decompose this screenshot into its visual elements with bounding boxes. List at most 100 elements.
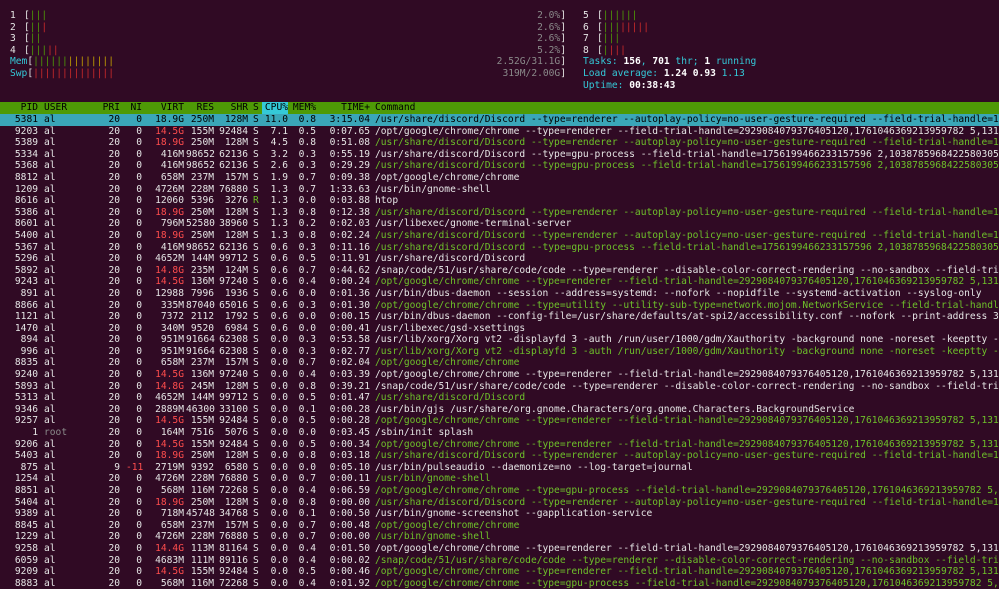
process-row[interactable]: 894 al 20 0 951M 91664 62308 S 0.0 0.3 0:53.58/usr… bbox=[0, 334, 999, 346]
process-row[interactable]: 1209 al 20 0 4726M 228M 76880 S 1.3 0.7 1:33.63/us… bbox=[0, 184, 999, 196]
process-virt: 416M bbox=[160, 160, 184, 172]
process-row[interactable]: 5404 al 20 0 18.9G 250M 128M S 0.0 0.8 0:00.00/usr… bbox=[0, 497, 999, 509]
process-nice: 0 bbox=[136, 542, 142, 554]
process-row[interactable]: 1 root 20 0 164M 7516 5076 S 0.0 0.0 0:03.45/sbin/… bbox=[0, 427, 999, 439]
process-row[interactable]: 5386 al 20 0 18.9G 250M 128M S 1.3 0.8 0:12.38/usr… bbox=[0, 207, 999, 219]
process-row[interactable]: 875 al 9 -11 2719M 9392 6580 S 0.0 0.0 0:05.10/usr… bbox=[0, 462, 999, 474]
process-time: 0:01.50 bbox=[329, 542, 370, 554]
process-user: al bbox=[44, 461, 56, 473]
process-res: 98652 bbox=[186, 160, 215, 172]
process-row[interactable]: 5403 al 20 0 18.9G 250M 128M S 0.0 0.8 0:03.18/usr… bbox=[0, 450, 999, 462]
process-mem: 0.5 bbox=[298, 438, 316, 450]
process-row[interactable]: 1254 al 20 0 4726M 228M 76880 S 0.0 0.7 0:00.11/us… bbox=[0, 473, 999, 485]
process-row[interactable]: 5892 al 20 0 14.8G 235M 124M S 0.6 0.7 0:44.62/sna… bbox=[0, 265, 999, 277]
process-priority: 20 bbox=[108, 403, 120, 415]
process-pid: 5334 bbox=[14, 148, 38, 160]
process-row[interactable]: 8845 al 20 0 658M 237M 157M S 0.0 0.7 0:00.48/opt/… bbox=[0, 520, 999, 532]
process-row[interactable]: 1470 al 20 0 340M 9520 6984 S 0.6 0.0 0:00.41/usr/… bbox=[0, 323, 999, 335]
column-header-pid[interactable]: PID bbox=[0, 102, 38, 114]
load-average-label: Load average: bbox=[583, 67, 664, 79]
process-user: al bbox=[44, 299, 56, 311]
column-header-ni[interactable]: NI bbox=[126, 102, 142, 114]
column-header-s[interactable]: S bbox=[253, 102, 261, 114]
process-row[interactable]: 5389 al 20 0 18.9G 250M 128M S 4.5 0.8 0:51.08/usr… bbox=[0, 137, 999, 149]
process-virt: 658M bbox=[160, 357, 184, 369]
process-user: al bbox=[44, 485, 56, 496]
process-row[interactable]: 8835 al 20 0 658M 237M 157M S 0.0 0.7 0:02.04/opt/… bbox=[0, 357, 999, 369]
process-user: al bbox=[44, 311, 56, 323]
process-row[interactable]: 5381 al 20 0 18.9G 250M 128M S 11.0 0.8 3:15.04/us… bbox=[0, 114, 999, 126]
process-row[interactable]: 1121 al 20 0 7372 2112 1792 S 0.6 0.0 0:00.15/usr/… bbox=[0, 311, 999, 323]
process-mem: 0.5 bbox=[298, 125, 316, 137]
process-shr: 5076 bbox=[224, 427, 248, 439]
process-row[interactable]: 1229 al 20 0 4726M 228M 76880 S 0.0 0.7 0:00.00/us… bbox=[0, 531, 999, 543]
process-row[interactable]: 9203 al 20 0 14.5G 155M 92484 S 7.1 0.5 0:07.65/op… bbox=[0, 126, 999, 138]
process-time: 0:00.00 bbox=[329, 531, 370, 543]
process-time: 0:29.29 bbox=[329, 160, 370, 172]
column-header-shr[interactable]: SHR bbox=[218, 102, 248, 114]
process-mem: 0.0 bbox=[298, 427, 316, 439]
process-pid: 8812 bbox=[14, 171, 38, 183]
process-row[interactable]: 891 al 20 0 12988 7996 1936 S 0.6 0.0 0:01.36/usr/… bbox=[0, 288, 999, 300]
process-table[interactable]: 5381 al 20 0 18.9G 250M 128M S 11.0 0.8 3:15.04/us… bbox=[0, 114, 999, 589]
process-row[interactable]: 5368 al 20 0 416M 98652 62136 S 2.6 0.3 0:29.29/us… bbox=[0, 160, 999, 172]
process-cpu: 4.5 bbox=[270, 137, 288, 149]
process-mem: 0.3 bbox=[298, 334, 316, 346]
process-row[interactable]: 9206 al 20 0 14.5G 155M 92484 S 0.0 0.5 0:00.34/op… bbox=[0, 439, 999, 451]
cpu-meter-percent: 5.2% bbox=[537, 44, 561, 56]
process-row[interactable]: 9389 al 20 0 718M 45748 34768 S 0.0 0.1 0:00.50/us… bbox=[0, 508, 999, 520]
process-row[interactable]: 9240 al 20 0 14.5G 136M 97240 S 0.0 0.4 0:03.39/op… bbox=[0, 369, 999, 381]
process-virt: 14.5G bbox=[155, 438, 184, 450]
process-row[interactable]: 9243 al 20 0 14.5G 136M 97240 S 0.6 0.4 0:00.24/op… bbox=[0, 276, 999, 288]
process-res: 155M bbox=[190, 415, 214, 427]
column-header-cmd[interactable]: Command bbox=[375, 102, 999, 114]
column-header-user[interactable]: USER bbox=[44, 102, 98, 114]
process-row[interactable]: 8601 al 20 0 796M 52580 38960 S 1.3 0.2 0:02.03/us… bbox=[0, 218, 999, 230]
process-row[interactable]: 9209 al 20 0 14.5G 155M 92484 S 0.0 0.5 0:00.46/op… bbox=[0, 566, 999, 578]
column-header-time[interactable]: TIME+ bbox=[320, 102, 370, 114]
process-nice: 0 bbox=[136, 160, 142, 172]
process-row[interactable]: 8616 al 20 0 12060 5396 3276 R 1.3 0.0 0:03.88 htop bbox=[0, 195, 999, 207]
tasks-label: Tasks: bbox=[583, 56, 624, 68]
process-command: /usr/bin/gnome-screenshot --gapplication… bbox=[375, 508, 653, 520]
process-res: 7516 bbox=[190, 427, 214, 439]
process-row[interactable]: 9346 al 20 0 2889M 46300 33100 S 0.0 0.1 0:00.28/u… bbox=[0, 404, 999, 416]
process-row[interactable]: 9258 al 20 0 14.4G 113M 81164 S 0.0 0.4 0:01.50/op… bbox=[0, 543, 999, 555]
process-row[interactable]: 5313 al 20 0 4652M 144M 99712 S 0.0 0.5 0:01.47/us… bbox=[0, 392, 999, 404]
process-row[interactable]: 5893 al 20 0 14.8G 245M 128M S 0.0 0.8 0:39.21/sna… bbox=[0, 381, 999, 393]
process-user: al bbox=[44, 345, 56, 357]
process-row[interactable]: 5296 al 20 0 4652M 144M 99712 S 0.6 0.5 0:11.91/us… bbox=[0, 253, 999, 265]
process-row[interactable]: 9257 al 20 0 14.5G 155M 92484 S 0.0 0.5 0:00.28/op… bbox=[0, 415, 999, 427]
process-row[interactable]: 5334 al 20 0 416M 98652 62136 S 3.2 0.3 0:55.19/us… bbox=[0, 149, 999, 161]
cpu-meter-label: 8 bbox=[583, 44, 589, 56]
process-command: /opt/google/chrome/chrome --type=gpu-pro… bbox=[375, 485, 999, 496]
process-state: S bbox=[253, 427, 259, 439]
process-row[interactable]: 996 al 20 0 951M 91664 62308 S 0.0 0.3 0:02.77/usr… bbox=[0, 346, 999, 358]
process-nice: 0 bbox=[136, 415, 142, 427]
process-row[interactable]: 5400 al 20 0 18.9G 250M 128M S 1.3 0.8 0:02.24/usr… bbox=[0, 230, 999, 242]
process-row[interactable]: 8883 al 20 0 568M 116M 72268 S 0.0 0.4 0:01.92/opt… bbox=[0, 578, 999, 589]
column-header-res[interactable]: RES bbox=[186, 102, 214, 114]
process-row[interactable]: 8866 al 20 0 335M 87040 65016 S 0.6 0.3 0:01.30/op… bbox=[0, 300, 999, 312]
process-pid: 5368 bbox=[14, 160, 38, 172]
column-header-virt[interactable]: VIRT bbox=[146, 102, 184, 114]
cpu-meter-5: 5 [|||||| bbox=[583, 10, 993, 22]
column-header-mem[interactable]: MEM% bbox=[292, 102, 316, 114]
column-header-row[interactable]: PID USER PRI NI VIRT RES SHR S CPU% MEM% TIME+ Comm… bbox=[0, 102, 999, 114]
process-row[interactable]: 6059 al 20 0 4683M 111M 89116 S 0.0 0.4 0:00.02/sn… bbox=[0, 555, 999, 567]
process-state: S bbox=[253, 508, 259, 520]
process-virt: 4652M bbox=[155, 253, 184, 265]
process-row[interactable]: 5367 al 20 0 416M 98652 62136 S 0.6 0.3 0:11.16/us… bbox=[0, 242, 999, 254]
column-header-cpu[interactable]: CPU% bbox=[262, 102, 288, 114]
process-row[interactable]: 8812 al 20 0 658M 237M 157M S 1.9 0.7 0:09.38/opt/… bbox=[0, 172, 999, 184]
process-pid: 8883 bbox=[14, 577, 38, 589]
process-user: al bbox=[44, 473, 56, 485]
process-state: S bbox=[253, 577, 259, 589]
process-res: 250M bbox=[190, 206, 214, 218]
process-nice: 0 bbox=[136, 322, 142, 334]
process-priority: 20 bbox=[108, 276, 120, 288]
column-header-pri[interactable]: PRI bbox=[96, 102, 120, 114]
process-row[interactable]: 8851 al 20 0 568M 116M 72268 S 0.0 0.4 0:06.59/opt… bbox=[0, 485, 999, 497]
process-mem: 0.4 bbox=[298, 554, 316, 566]
process-shr: 92484 bbox=[219, 566, 248, 578]
